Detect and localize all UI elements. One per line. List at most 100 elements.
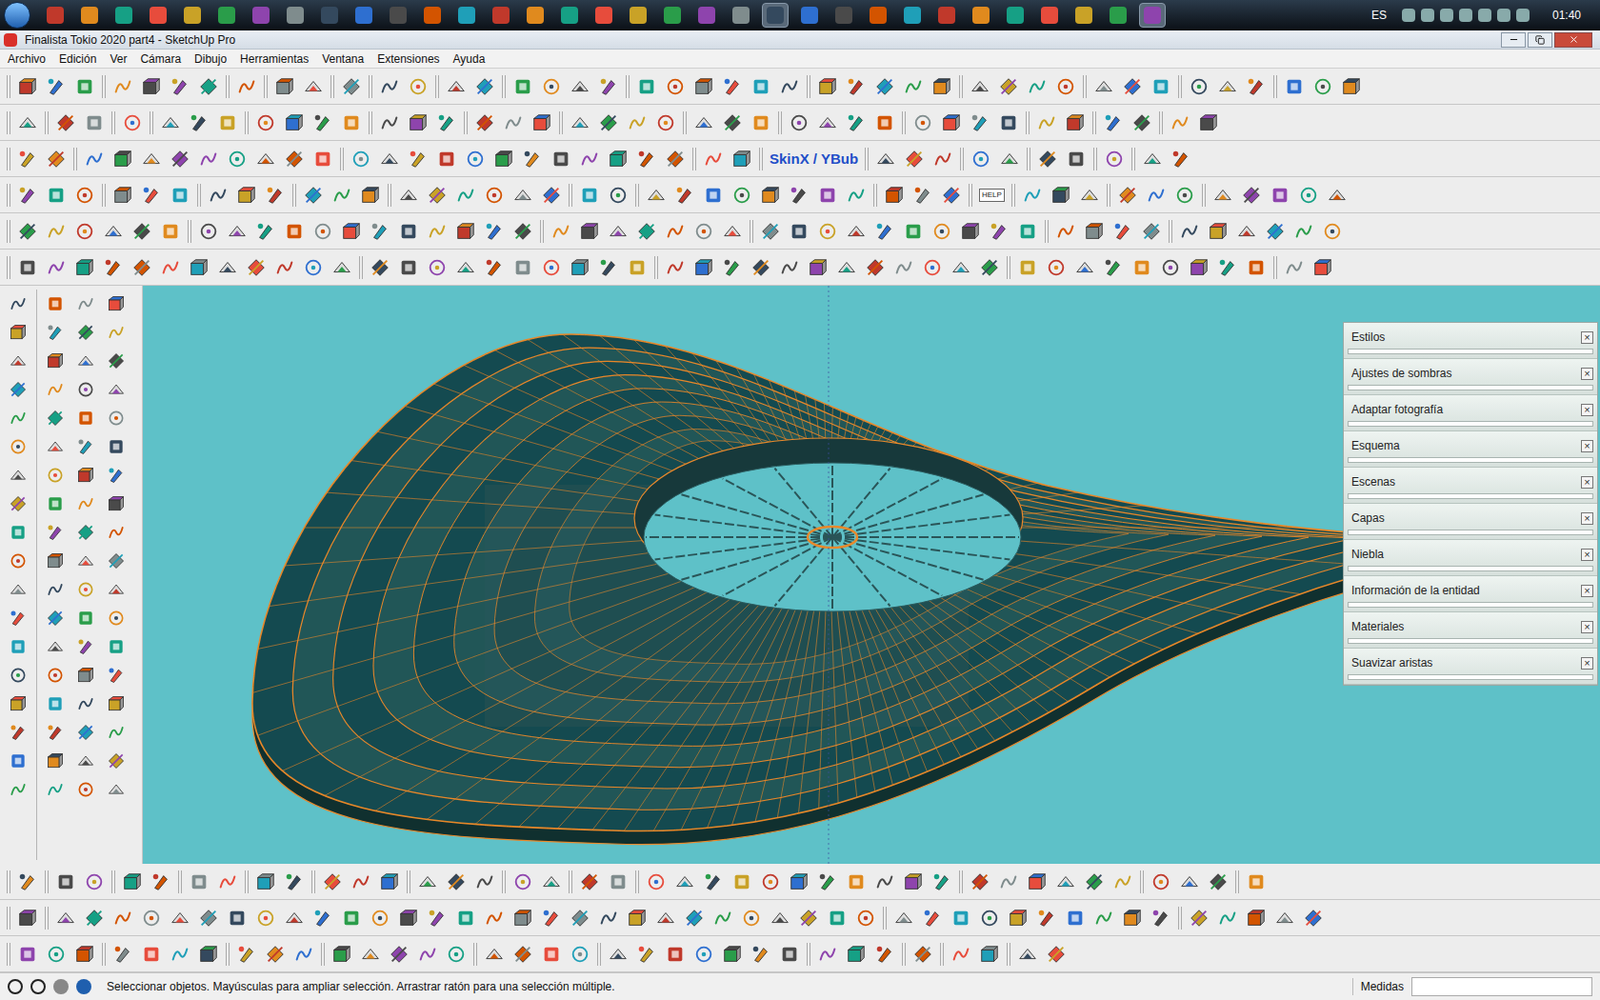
tool-button[interactable] — [1237, 180, 1266, 210]
toolbar-grip[interactable] — [1026, 147, 1031, 171]
taskbar-app[interactable] — [281, 2, 309, 28]
tool-button[interactable] — [165, 144, 195, 174]
tool-button[interactable] — [641, 867, 671, 897]
tool-button[interactable] — [137, 940, 166, 969]
tool-button[interactable] — [727, 867, 757, 897]
tool-button[interactable] — [394, 903, 423, 933]
tool-button[interactable] — [280, 144, 309, 174]
tool-button[interactable] — [71, 575, 100, 604]
tool-button[interactable] — [841, 940, 871, 969]
tool-button[interactable] — [822, 903, 852, 933]
tool-button[interactable] — [71, 518, 100, 547]
taskbar-app[interactable] — [487, 2, 515, 28]
taskbar-app[interactable] — [761, 2, 789, 28]
taskbar-app[interactable] — [384, 2, 412, 28]
tool-button[interactable] — [327, 940, 357, 969]
tool-button[interactable] — [946, 253, 976, 282]
tray-close-button[interactable]: × — [1580, 440, 1594, 453]
tool-button[interactable] — [1146, 72, 1176, 101]
tool-button[interactable] — [1232, 217, 1261, 246]
tool-button[interactable] — [603, 144, 633, 174]
toolbar-grip[interactable] — [1178, 75, 1182, 99]
tool-button[interactable] — [813, 72, 842, 101]
menu-item[interactable]: Ventana — [321, 50, 364, 68]
tool-button[interactable] — [575, 217, 604, 246]
tool-button[interactable] — [851, 903, 880, 933]
tool-button[interactable] — [13, 72, 42, 101]
taskbar-app[interactable] — [1104, 2, 1132, 28]
tool-button[interactable] — [975, 903, 1004, 933]
tool-button[interactable] — [870, 72, 900, 101]
menu-item[interactable]: Edición — [59, 50, 97, 68]
tool-button[interactable] — [775, 940, 804, 969]
tool-button[interactable] — [3, 660, 33, 690]
tray-panel-title[interactable]: Estilos — [1347, 329, 1385, 345]
tool-button[interactable] — [222, 144, 252, 174]
menu-item[interactable]: Herramientas — [240, 50, 309, 68]
tool-button[interactable] — [165, 903, 195, 933]
tool-button[interactable] — [1213, 253, 1242, 282]
toolbar-grip[interactable] — [568, 183, 573, 207]
tool-button[interactable] — [299, 72, 328, 101]
tool-button[interactable] — [251, 903, 280, 933]
tool-button[interactable] — [422, 217, 452, 246]
tool-button[interactable] — [308, 144, 338, 174]
tool-button[interactable] — [156, 108, 185, 138]
toolbar-grip[interactable] — [44, 906, 49, 930]
toolbar-grip[interactable] — [635, 870, 640, 894]
tool-button[interactable] — [213, 867, 242, 897]
tool-button[interactable] — [756, 867, 785, 897]
tool-button[interactable] — [1051, 217, 1080, 246]
tool-button[interactable] — [1165, 108, 1195, 138]
tool-button[interactable] — [101, 660, 131, 690]
measurements-field[interactable] — [1411, 977, 1593, 997]
toolbar-grip[interactable] — [568, 870, 573, 894]
toolbar-grip[interactable] — [6, 75, 11, 99]
tray-panel-title[interactable]: Esquema — [1347, 438, 1400, 454]
tool-button[interactable] — [3, 718, 33, 747]
toolbar-grip[interactable] — [901, 111, 906, 135]
tool-button[interactable] — [537, 253, 566, 282]
toolbar-grip[interactable] — [1092, 111, 1097, 135]
tool-button[interactable] — [803, 253, 833, 282]
tray-panel-title[interactable]: Suavizar aristas — [1347, 655, 1433, 671]
tool-button[interactable] — [1308, 253, 1338, 282]
tool-button[interactable] — [718, 72, 747, 101]
tool-button[interactable] — [813, 180, 842, 210]
tool-button[interactable] — [689, 940, 719, 969]
tool-button[interactable] — [3, 775, 33, 804]
tool-button[interactable] — [622, 903, 652, 933]
taskbar-app[interactable] — [1070, 2, 1098, 28]
tool-button[interactable] — [870, 867, 900, 897]
tool-button[interactable] — [13, 903, 42, 933]
tool-button[interactable] — [1265, 180, 1295, 210]
tool-button[interactable] — [1089, 903, 1119, 933]
tray-panel-title[interactable]: Niebla — [1347, 546, 1384, 562]
tool-button[interactable] — [1184, 253, 1214, 282]
tool-button[interactable] — [1322, 180, 1352, 210]
geo-icon[interactable] — [7, 979, 23, 995]
tool-button[interactable] — [403, 144, 433, 174]
tool-button[interactable] — [718, 940, 747, 969]
tray-panel-title[interactable]: Capas — [1347, 510, 1385, 526]
toolbar-grip[interactable] — [873, 183, 878, 207]
tool-button[interactable] — [1127, 253, 1157, 282]
tool-button[interactable] — [213, 108, 242, 138]
toolbar-grip[interactable] — [501, 870, 506, 894]
tool-button[interactable] — [1060, 108, 1090, 138]
toolbar-grip[interactable] — [1178, 906, 1182, 930]
tool-button[interactable] — [108, 72, 138, 101]
tool-button[interactable] — [184, 867, 214, 897]
toolbar-grip[interactable] — [501, 75, 506, 99]
tool-button[interactable] — [1156, 253, 1185, 282]
tool-button[interactable] — [356, 940, 385, 969]
tool-button[interactable] — [127, 253, 157, 282]
tool-button[interactable] — [1194, 108, 1223, 138]
tool-button[interactable] — [101, 289, 131, 319]
tray-icon[interactable] — [1401, 8, 1416, 22]
tool-button[interactable] — [565, 903, 595, 933]
tool-button[interactable] — [1080, 217, 1109, 246]
toolbar-grip[interactable] — [1140, 870, 1144, 894]
tool-button[interactable] — [1241, 867, 1271, 897]
toolbar-grip[interactable] — [111, 870, 116, 894]
